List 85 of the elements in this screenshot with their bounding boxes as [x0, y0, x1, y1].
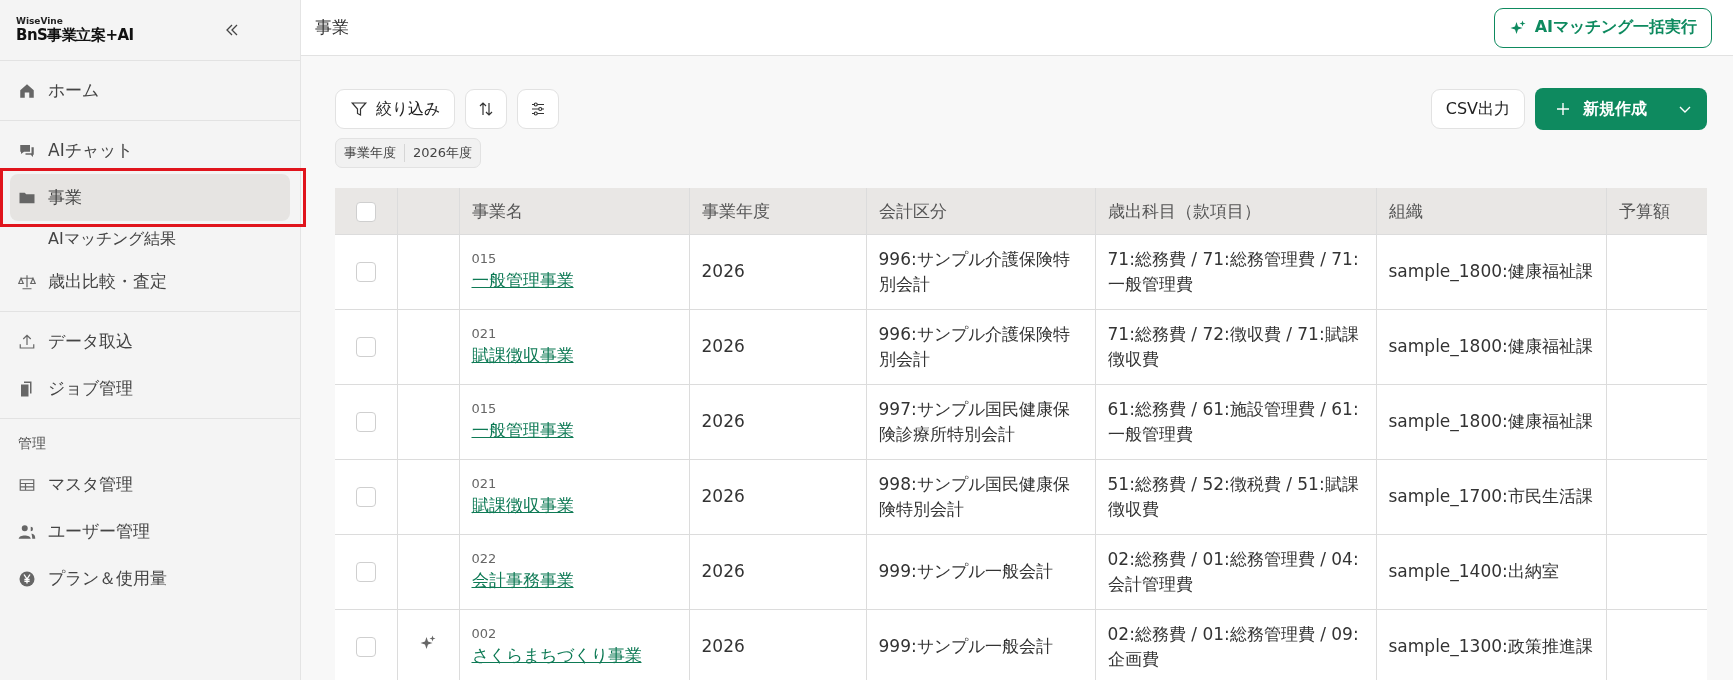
- table-cell: sample_1800:健康福祉課: [1388, 411, 1593, 432]
- table-cell: 2026: [701, 636, 745, 657]
- table-cell: 996:サンプル介護保険特別会計: [878, 248, 1070, 294]
- nav-item[interactable]: マスタ管理: [10, 461, 290, 508]
- table-cell: 2026: [701, 561, 745, 582]
- table-cell: 999:サンプル一般会計: [878, 561, 1053, 582]
- nav-item[interactable]: AIチャット: [10, 127, 290, 174]
- project-code: 021: [471, 475, 498, 493]
- column-header[interactable]: 事業名: [471, 200, 523, 221]
- table-cell: sample_1800:健康福祉課: [1388, 336, 1593, 357]
- table-cell: 02:総務費 / 01:総務管理費 / 04:会計管理費: [1107, 548, 1359, 594]
- table-cell: 997:サンプル国民健康保険診療所特別会計: [878, 398, 1070, 444]
- brand-logo: BnS事業立案+AI: [16, 25, 134, 45]
- table-cell: 2026: [701, 336, 745, 357]
- table-cell: sample_1700:市民生活課: [1388, 486, 1593, 507]
- plus-icon: [1555, 101, 1571, 117]
- row-checkbox[interactable]: [355, 262, 376, 283]
- table-cell: 71:総務費 / 71:総務管理費 / 71:一般管理費: [1107, 248, 1359, 294]
- project-code: 022: [471, 550, 498, 568]
- row-checkbox[interactable]: [355, 637, 376, 658]
- select-all-checkbox[interactable]: [355, 201, 376, 222]
- column-header[interactable]: 事業年度: [701, 200, 770, 221]
- table-cell: 2026: [701, 486, 745, 507]
- project-code: 002: [471, 625, 498, 643]
- table-row[interactable]: 015 一般管理事業 2026 996:サンプル介護保険特別会計 71:総務費 / 71:総務管理費 / 71:一般管理費 sample_1800:健康福祉課: [335, 234, 1707, 310]
- nav-item[interactable]: プラン＆使用量: [10, 555, 290, 602]
- nav-item[interactable]: データ取込: [10, 318, 290, 365]
- table-cell: 2026: [701, 261, 745, 282]
- nav-item[interactable]: ユーザー管理: [10, 508, 290, 555]
- table-cell: sample_1800:健康福祉課: [1388, 261, 1593, 282]
- table-row[interactable]: 002 さくらまちづくり事業 2026 999:サンプル一般会計 02:総務費 / 01:総務管理費 / 09:企画費 sample_1300:政策推進課: [335, 609, 1707, 680]
- table-row[interactable]: 022 会計事務事業 2026 999:サンプル一般会計 02:総務費 / 01:総務管理費 / 04:会計管理費 sample_1400:出納室: [335, 534, 1707, 610]
- chip-label: 事業年度: [336, 144, 405, 162]
- table-cell: 996:サンプル介護保険特別会計: [878, 323, 1070, 369]
- collapse-icon[interactable]: [224, 22, 240, 38]
- ai-matching-button[interactable]: AIマッチング一括実行: [1493, 7, 1712, 48]
- create-button[interactable]: 新規作成: [1535, 88, 1707, 130]
- table-cell: sample_1400:出納室: [1388, 561, 1559, 582]
- nav-item[interactable]: 事業: [10, 174, 290, 221]
- table-cell: 71:総務費 / 72:徴収費 / 71:賦課徴収費: [1107, 323, 1359, 369]
- nav-item[interactable]: 歳出比較・査定: [10, 258, 290, 305]
- project-link[interactable]: 賦課徴収事業: [471, 494, 574, 515]
- csv-export-button[interactable]: CSV出力: [1430, 89, 1525, 129]
- row-checkbox[interactable]: [355, 412, 376, 433]
- project-link[interactable]: 一般管理事業: [471, 419, 574, 440]
- nav-subitem[interactable]: AIマッチング結果: [0, 221, 300, 258]
- upload-icon: [18, 332, 36, 351]
- row-checkbox[interactable]: [355, 337, 376, 358]
- project-code: 021: [471, 325, 498, 343]
- sliders-icon: [529, 100, 547, 118]
- nav-item[interactable]: ホーム: [10, 67, 290, 114]
- project-code: 015: [471, 400, 498, 418]
- project-link[interactable]: 一般管理事業: [471, 269, 574, 290]
- sort-button[interactable]: [465, 89, 507, 129]
- table-cell: 2026: [701, 411, 745, 432]
- column-header[interactable]: 組織: [1388, 200, 1423, 221]
- table-row[interactable]: 015 一般管理事業 2026 997:サンプル国民健康保険診療所特別会計 61:総務費 / 61:施設管理費 / 61:一般管理費 sample_1800:健康福祉課: [335, 384, 1707, 460]
- project-code: 015: [471, 250, 498, 268]
- filter-button[interactable]: 絞り込み: [335, 89, 455, 129]
- section-heading: 管理: [17, 434, 47, 453]
- project-link[interactable]: 賦課徴収事業: [471, 344, 574, 365]
- table-cell: 02:総務費 / 01:総務管理費 / 09:企画費: [1107, 623, 1359, 669]
- column-header[interactable]: 会計区分: [878, 200, 947, 221]
- page-title: 事業: [315, 16, 349, 39]
- table-cell: 998:サンプル国民健康保険特別会計: [878, 473, 1070, 519]
- users-icon: [18, 522, 36, 541]
- row-checkbox[interactable]: [355, 487, 376, 508]
- table-row[interactable]: 021 賦課徴収事業 2026 996:サンプル介護保険特別会計 71:総務費 / 72:徴収費 / 71:賦課徴収費 sample_1800:健康福祉課: [335, 309, 1707, 385]
- scale-icon: [18, 272, 36, 291]
- yen-icon: [18, 569, 36, 588]
- table-cell: 61:総務費 / 61:施設管理費 / 61:一般管理費: [1107, 398, 1359, 444]
- table-cell: 999:サンプル一般会計: [878, 636, 1053, 657]
- project-link[interactable]: さくらまちづくり事業: [471, 644, 642, 665]
- row-checkbox[interactable]: [355, 562, 376, 583]
- table-row[interactable]: 021 賦課徴収事業 2026 998:サンプル国民健康保険特別会計 51:総務費 / 52:徴税費 / 51:賦課徴収費 sample_1700:市民生活課: [335, 459, 1707, 535]
- sort-icon: [477, 100, 495, 118]
- brand-tagline: WiseVine: [16, 15, 64, 26]
- filter-icon: [350, 100, 368, 118]
- nav-item[interactable]: ジョブ管理: [10, 365, 290, 412]
- table-cell: 51:総務費 / 52:徴税費 / 51:賦課徴収費: [1107, 473, 1359, 519]
- filter-chip[interactable]: 事業年度 2026年度: [335, 138, 482, 168]
- chip-value: 2026年度: [412, 144, 474, 162]
- project-link[interactable]: 会計事務事業: [471, 569, 574, 590]
- table-cell: sample_1300:政策推進課: [1388, 636, 1593, 657]
- settings-button[interactable]: [517, 89, 559, 129]
